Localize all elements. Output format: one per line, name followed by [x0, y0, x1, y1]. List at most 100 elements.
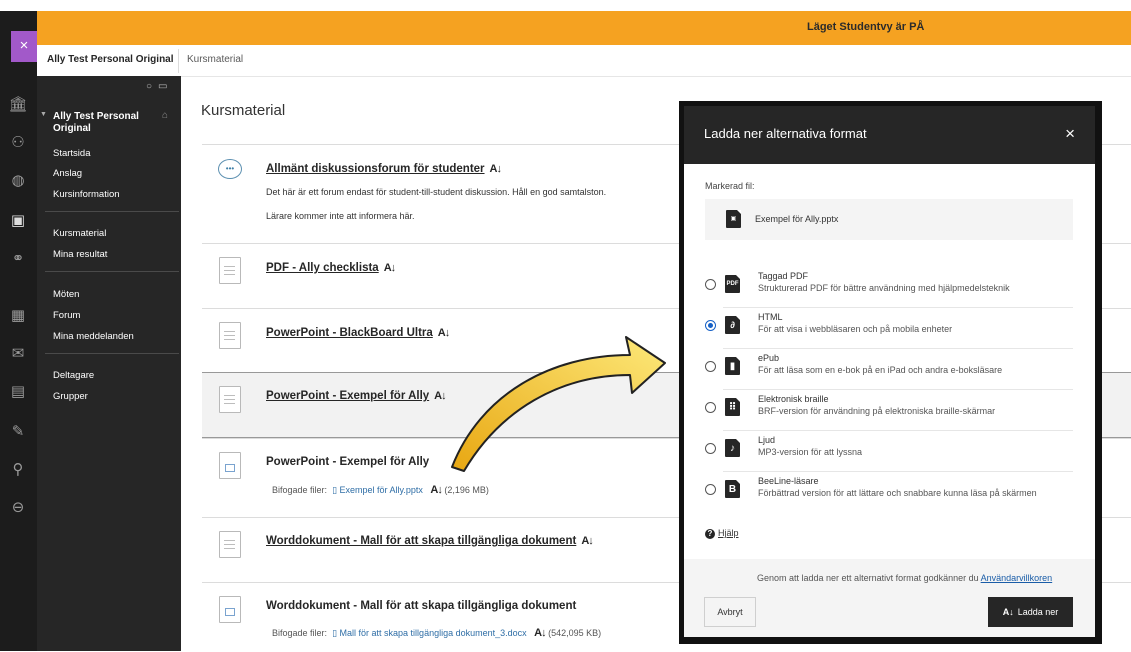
tools-icon[interactable]: ⚲: [8, 460, 28, 480]
book-icon: ▮: [725, 357, 740, 375]
help-text: Hjälp: [718, 528, 739, 538]
breadcrumb-separator: [178, 49, 179, 73]
help-link[interactable]: ? Hjälp: [705, 528, 739, 539]
menu-item-mina-resultat[interactable]: Mina resultat: [53, 249, 107, 260]
ally-download-icon[interactable]: A↓: [581, 535, 593, 547]
student-view-banner: Läget Studentvy är PÅ: [37, 11, 1131, 45]
format-name: ePub: [758, 353, 780, 363]
format-radio-selected[interactable]: [705, 320, 716, 331]
file-icon: [219, 596, 241, 623]
menu-divider: [45, 353, 179, 354]
menu-item-kursinformation[interactable]: Kursinformation: [53, 189, 120, 200]
audio-icon: ♪: [725, 439, 740, 457]
sign-out-icon[interactable]: ⊖: [8, 498, 28, 518]
format-radio[interactable]: [705, 402, 716, 413]
selected-file-label: Markerad fil:: [705, 181, 755, 191]
breadcrumb-page[interactable]: Kursmaterial: [187, 54, 243, 65]
item-title-link[interactable]: PowerPoint - Exempel för Ally A↓: [266, 390, 447, 402]
annotation-arrow-icon: [451, 336, 666, 472]
format-option-beeline[interactable]: B BeeLine-läsare Förbättrad version för …: [684, 471, 1095, 512]
format-option-epub[interactable]: ▮ ePub För att läsa som en e-bok på en i…: [684, 348, 1095, 389]
cancel-button[interactable]: Avbryt: [704, 597, 756, 627]
profile-icon[interactable]: ⚇: [8, 133, 28, 153]
paperclip-icon: ▯: [329, 485, 338, 495]
dialog-header: Ladda ner alternativa format ×: [684, 106, 1095, 164]
format-radio[interactable]: [705, 484, 716, 495]
item-title: Worddokument - Mall för att skapa tillgä…: [266, 535, 577, 547]
item-title-link[interactable]: PowerPoint - BlackBoard Ultra A↓: [266, 327, 450, 339]
menu-item-moten[interactable]: Möten: [53, 289, 79, 300]
globe-icon[interactable]: ◍: [8, 171, 28, 191]
attachment-link[interactable]: Mall för att skapa tillgängliga dokument…: [340, 628, 527, 638]
home-icon[interactable]: ⌂: [162, 110, 168, 121]
document-icon: [219, 531, 241, 558]
attachment-label: Bifogade filer:: [272, 628, 328, 638]
item-title: PowerPoint - Exempel för Ally: [266, 456, 430, 468]
selected-file-name: Exempel för Ally.pptx: [755, 214, 839, 224]
dialog-title: Ladda ner alternativa format: [704, 126, 867, 141]
menu-item-startsida[interactable]: Startsida: [53, 148, 91, 159]
format-description: Förbättrad version för att lättare och s…: [758, 488, 1037, 498]
organizations-icon[interactable]: ⚭: [8, 249, 28, 269]
chevron-down-icon[interactable]: ▼: [40, 111, 47, 118]
grades-icon[interactable]: ▤: [8, 382, 28, 402]
format-option-ljud[interactable]: ♪ Ljud MP3-version för att lyssna: [684, 430, 1095, 471]
menu-tools-icon[interactable]: ○▭: [146, 81, 174, 92]
close-course-icon[interactable]: ×: [11, 31, 37, 62]
item-title: PowerPoint - Exempel för Ally: [266, 390, 430, 402]
html-link-icon: ∂: [725, 316, 740, 334]
braille-icon: ⠿: [725, 398, 740, 416]
discussion-icon: •••: [218, 159, 242, 179]
format-radio[interactable]: [705, 361, 716, 372]
institution-icon[interactable]: 🏛: [8, 95, 28, 115]
student-view-text: Läget Studentvy är PÅ: [807, 21, 925, 33]
menu-item-forum[interactable]: Forum: [53, 310, 80, 321]
edit-icon[interactable]: ✎: [8, 422, 28, 442]
close-icon[interactable]: ×: [1065, 124, 1075, 144]
terms-link[interactable]: Användarvillkoren: [981, 573, 1053, 583]
ally-download-icon[interactable]: A↓: [430, 484, 442, 496]
ally-download-icon[interactable]: A↓: [534, 627, 546, 639]
dialog-footer: Genom att ladda ner ett alternativt form…: [684, 559, 1095, 637]
menu-item-mina-meddelanden[interactable]: Mina meddelanden: [53, 331, 134, 342]
courses-icon[interactable]: ▣: [8, 211, 28, 231]
calendar-icon[interactable]: ▦: [8, 306, 28, 326]
format-description: Strukturerad PDF för bättre användning m…: [758, 283, 1010, 293]
item-description: Lärare kommer inte att informera här.: [266, 211, 415, 221]
breadcrumb-course[interactable]: Ally Test Personal Original: [47, 54, 174, 65]
question-icon: ?: [705, 529, 715, 539]
terms-notice: Genom att ladda ner ett alternativt form…: [757, 573, 1052, 583]
paperclip-icon: ▯: [329, 628, 338, 638]
attachment-link[interactable]: Exempel för Ally.pptx: [340, 485, 423, 495]
item-title-link[interactable]: Worddokument - Mall för att skapa tillgä…: [266, 535, 594, 547]
terms-text: Genom att ladda ner ett alternativt form…: [757, 573, 981, 583]
menu-item-deltagare[interactable]: Deltagare: [53, 370, 94, 381]
format-radio[interactable]: [705, 443, 716, 454]
item-title-link[interactable]: PDF - Ally checklista A↓: [266, 262, 396, 274]
menu-item-anslag[interactable]: Anslag: [53, 168, 82, 179]
menu-item-kursmaterial[interactable]: Kursmaterial: [53, 228, 106, 239]
course-menu-title[interactable]: Ally Test Personal Original: [53, 111, 153, 135]
item-title-link[interactable]: Allmänt diskussionsforum för studenter A↓: [266, 163, 502, 175]
format-option-braille[interactable]: ⠿ Elektronisk braille BRF-version för an…: [684, 389, 1095, 430]
format-name: Taggad PDF: [758, 271, 809, 281]
format-name: BeeLine-läsare: [758, 476, 819, 486]
format-option-taggad-pdf[interactable]: PDF Taggad PDF Strukturerad PDF för bätt…: [684, 266, 1095, 307]
format-name: HTML: [758, 312, 783, 322]
page-title: Kursmaterial: [201, 102, 286, 119]
format-option-html[interactable]: ∂ HTML För att visa i webbläsaren och på…: [684, 307, 1095, 348]
ally-download-icon[interactable]: A↓: [490, 163, 502, 175]
format-radio[interactable]: [705, 279, 716, 290]
messages-icon[interactable]: ✉: [8, 344, 28, 364]
download-label: Ladda ner: [1017, 607, 1059, 617]
format-description: För att visa i webbläsaren och på mobila…: [758, 324, 953, 334]
alternative-formats-dialog: Ladda ner alternativa format × Markerad …: [684, 106, 1095, 637]
item-description: Det här är ett forum endast för student-…: [266, 187, 607, 197]
global-nav-rail: 🏛 ⚇ ◍ ▣ ⚭ ▦ ✉ ▤ ✎ ⚲ ⊖: [0, 11, 37, 651]
format-name: Ljud: [758, 435, 776, 445]
attachment-label: Bifogade filer:: [272, 485, 328, 495]
course-menu: ○▭ ▼ Ally Test Personal Original ⌂ Start…: [37, 76, 181, 651]
menu-item-grupper[interactable]: Grupper: [53, 391, 88, 402]
download-button[interactable]: A↓ Ladda ner: [988, 597, 1073, 627]
ally-download-icon[interactable]: A↓: [384, 262, 396, 274]
